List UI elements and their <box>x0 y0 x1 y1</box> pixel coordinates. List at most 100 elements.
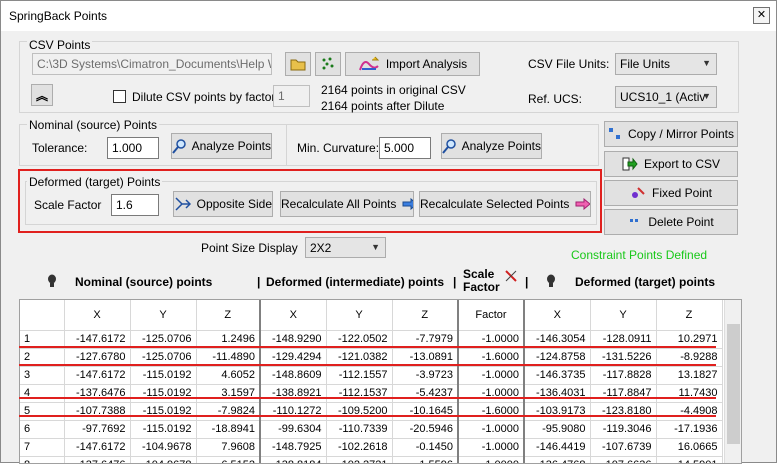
table-cell: 13.1827 <box>656 366 723 385</box>
column-header[interactable]: Y <box>326 300 393 331</box>
table-cell: -7.9824 <box>196 402 261 421</box>
chevron-down-icon: ▼ <box>702 91 711 101</box>
points-table: X Y Z X Y Z Factor X Y Z 1 -147.6172 -125.0706 1.249… <box>20 300 723 463</box>
fixed-point-button[interactable]: Fixed Point <box>604 180 738 206</box>
points-grid[interactable]: X Y Z X Y Z Factor X Y Z 1 -147.6172 -125.0706 1.249… <box>19 299 742 464</box>
points-pick-button[interactable] <box>315 52 341 76</box>
column-header[interactable] <box>20 300 65 331</box>
table-row[interactable]: 6 -97.7692 -115.0192 -18.8941 -99.6304 -110.7… <box>20 420 723 439</box>
browse-folder-button[interactable] <box>285 52 311 76</box>
collapse-button[interactable]: ︽ <box>31 84 53 106</box>
table-cell: -102.2618 <box>326 438 393 457</box>
table-cell: -115.0192 <box>130 420 197 439</box>
import-analysis-icon <box>358 56 380 71</box>
highlight-row-5-bottom <box>19 415 716 417</box>
sep-3: | <box>525 275 529 289</box>
table-cell: -17.1936 <box>656 420 723 439</box>
title-bar: SpringBack Points ✕ <box>1 1 776 31</box>
table-cell: -18.8941 <box>196 420 261 439</box>
table-row[interactable]: 3 -147.6172 -115.0192 4.6052 -148.8609 -112.1… <box>20 366 723 385</box>
copy-mirror-label: Copy / Mirror Points <box>627 127 735 141</box>
table-cell: -112.1557 <box>326 366 393 385</box>
table-cell: -148.7925 <box>260 438 327 457</box>
column-header[interactable]: Z <box>392 300 459 331</box>
table-cell: -107.6739 <box>590 438 657 457</box>
column-header-row: X Y Z X Y Z Factor X Y Z <box>20 300 723 331</box>
export-csv-button[interactable]: Export to CSV <box>604 151 738 177</box>
copy-mirror-icon <box>608 128 620 139</box>
min-curvature-field[interactable]: 5.000 <box>379 137 431 159</box>
table-cell: -110.1272 <box>260 402 327 421</box>
table-cell: -115.0192 <box>130 384 197 403</box>
table-cell: 16.0665 <box>656 438 723 457</box>
column-header[interactable]: Y <box>130 300 197 331</box>
column-header[interactable]: Factor <box>458 300 525 331</box>
column-header[interactable]: X <box>524 300 591 331</box>
dilute-label: Dilute CSV points by factor: <box>132 90 279 104</box>
scale-factor-icon <box>505 270 517 282</box>
highlight-row-2-bottom <box>19 364 716 366</box>
analyze-points-2-button[interactable]: Analyze Points <box>441 133 542 159</box>
import-analysis-button[interactable]: Import Analysis <box>345 52 480 76</box>
column-header[interactable]: X <box>260 300 327 331</box>
row-index-cell: 7 <box>20 438 65 457</box>
tolerance-field[interactable]: 1.000 <box>107 137 159 159</box>
fixed-point-label: Fixed Point <box>651 186 713 200</box>
table-cell: -146.3735 <box>524 366 591 385</box>
table-cell: -138.8921 <box>260 384 327 403</box>
delete-point-button[interactable]: Delete Point <box>604 209 738 235</box>
dilute-factor-field[interactable]: 1 <box>273 85 310 107</box>
min-curvature-label: Min. Curvature: <box>297 141 380 155</box>
group-divider <box>286 125 287 165</box>
point-size-select[interactable]: 2X2 ▼ <box>305 237 386 258</box>
intermediate-header: Deformed (intermediate) points <box>266 275 445 289</box>
csv-path-field[interactable]: C:\3D Systems\Cimatron_Documents\Help Wo… <box>32 53 272 75</box>
row-index-cell: 6 <box>20 420 65 439</box>
table-cell: -107.7388 <box>64 402 131 421</box>
original-points-info: 2164 points in original CSV <box>321 83 466 97</box>
table-cell: 4.6052 <box>196 366 261 385</box>
scrollbar-thumb[interactable] <box>727 324 740 444</box>
delete-point-label: Delete Point <box>648 215 714 229</box>
table-cell: -147.6172 <box>64 438 131 457</box>
ref-ucs-select[interactable]: UCS10_1 (Activ ▼ <box>615 86 717 108</box>
table-cell: -115.0192 <box>130 366 197 385</box>
table-cell: 3.1597 <box>196 384 261 403</box>
table-row[interactable]: 7 -147.6172 -104.9678 7.9608 -148.7925 -102.2… <box>20 438 723 457</box>
column-header[interactable]: Z <box>656 300 723 331</box>
analyze-points-button[interactable]: Analyze Points <box>171 133 272 159</box>
table-cell: -115.0192 <box>130 402 197 421</box>
points-cloud-icon <box>322 57 334 70</box>
table-row[interactable]: 5 -107.7388 -115.0192 -7.9824 -110.1272 -109.… <box>20 402 723 421</box>
chevron-down-icon: ▼ <box>702 58 711 68</box>
table-cell: -147.6172 <box>64 366 131 385</box>
table-cell: -4.4908 <box>656 402 723 421</box>
magnifier-icon <box>172 139 186 154</box>
table-cell: 11.7430 <box>656 384 723 403</box>
table-cell: -1.0000 <box>458 366 525 385</box>
bulb-icon <box>547 274 555 287</box>
export-csv-label: Export to CSV <box>643 157 721 171</box>
vertical-scrollbar[interactable] <box>724 300 741 463</box>
column-header[interactable]: Z <box>196 300 261 331</box>
close-button[interactable]: ✕ <box>753 7 770 24</box>
csv-units-select[interactable]: File Units ▼ <box>615 53 717 75</box>
folder-icon <box>290 59 306 71</box>
dilute-checkbox[interactable] <box>113 90 126 103</box>
table-row[interactable]: 4 -137.6476 -115.0192 3.1597 -138.8921 -112.1… <box>20 384 723 403</box>
column-header[interactable]: X <box>64 300 131 331</box>
table-cell: -5.4237 <box>392 384 459 403</box>
tolerance-label: Tolerance: <box>32 141 88 155</box>
row-index-cell: 5 <box>20 402 65 421</box>
point-size-value: 2X2 <box>310 241 332 255</box>
row-index-cell: 3 <box>20 366 65 385</box>
column-header[interactable]: Y <box>590 300 657 331</box>
chevron-down-icon: ▼ <box>371 242 380 252</box>
bulb-icon <box>48 274 56 287</box>
csv-units-label: CSV File Units: <box>528 57 610 71</box>
copy-mirror-button[interactable]: Copy / Mirror Points <box>604 121 738 147</box>
table-cell: -1.0000 <box>458 384 525 403</box>
table-cell: -20.5946 <box>392 420 459 439</box>
after-dilute-info: 2164 points after Dilute <box>321 99 445 113</box>
import-analysis-label: Import Analysis <box>385 57 468 71</box>
